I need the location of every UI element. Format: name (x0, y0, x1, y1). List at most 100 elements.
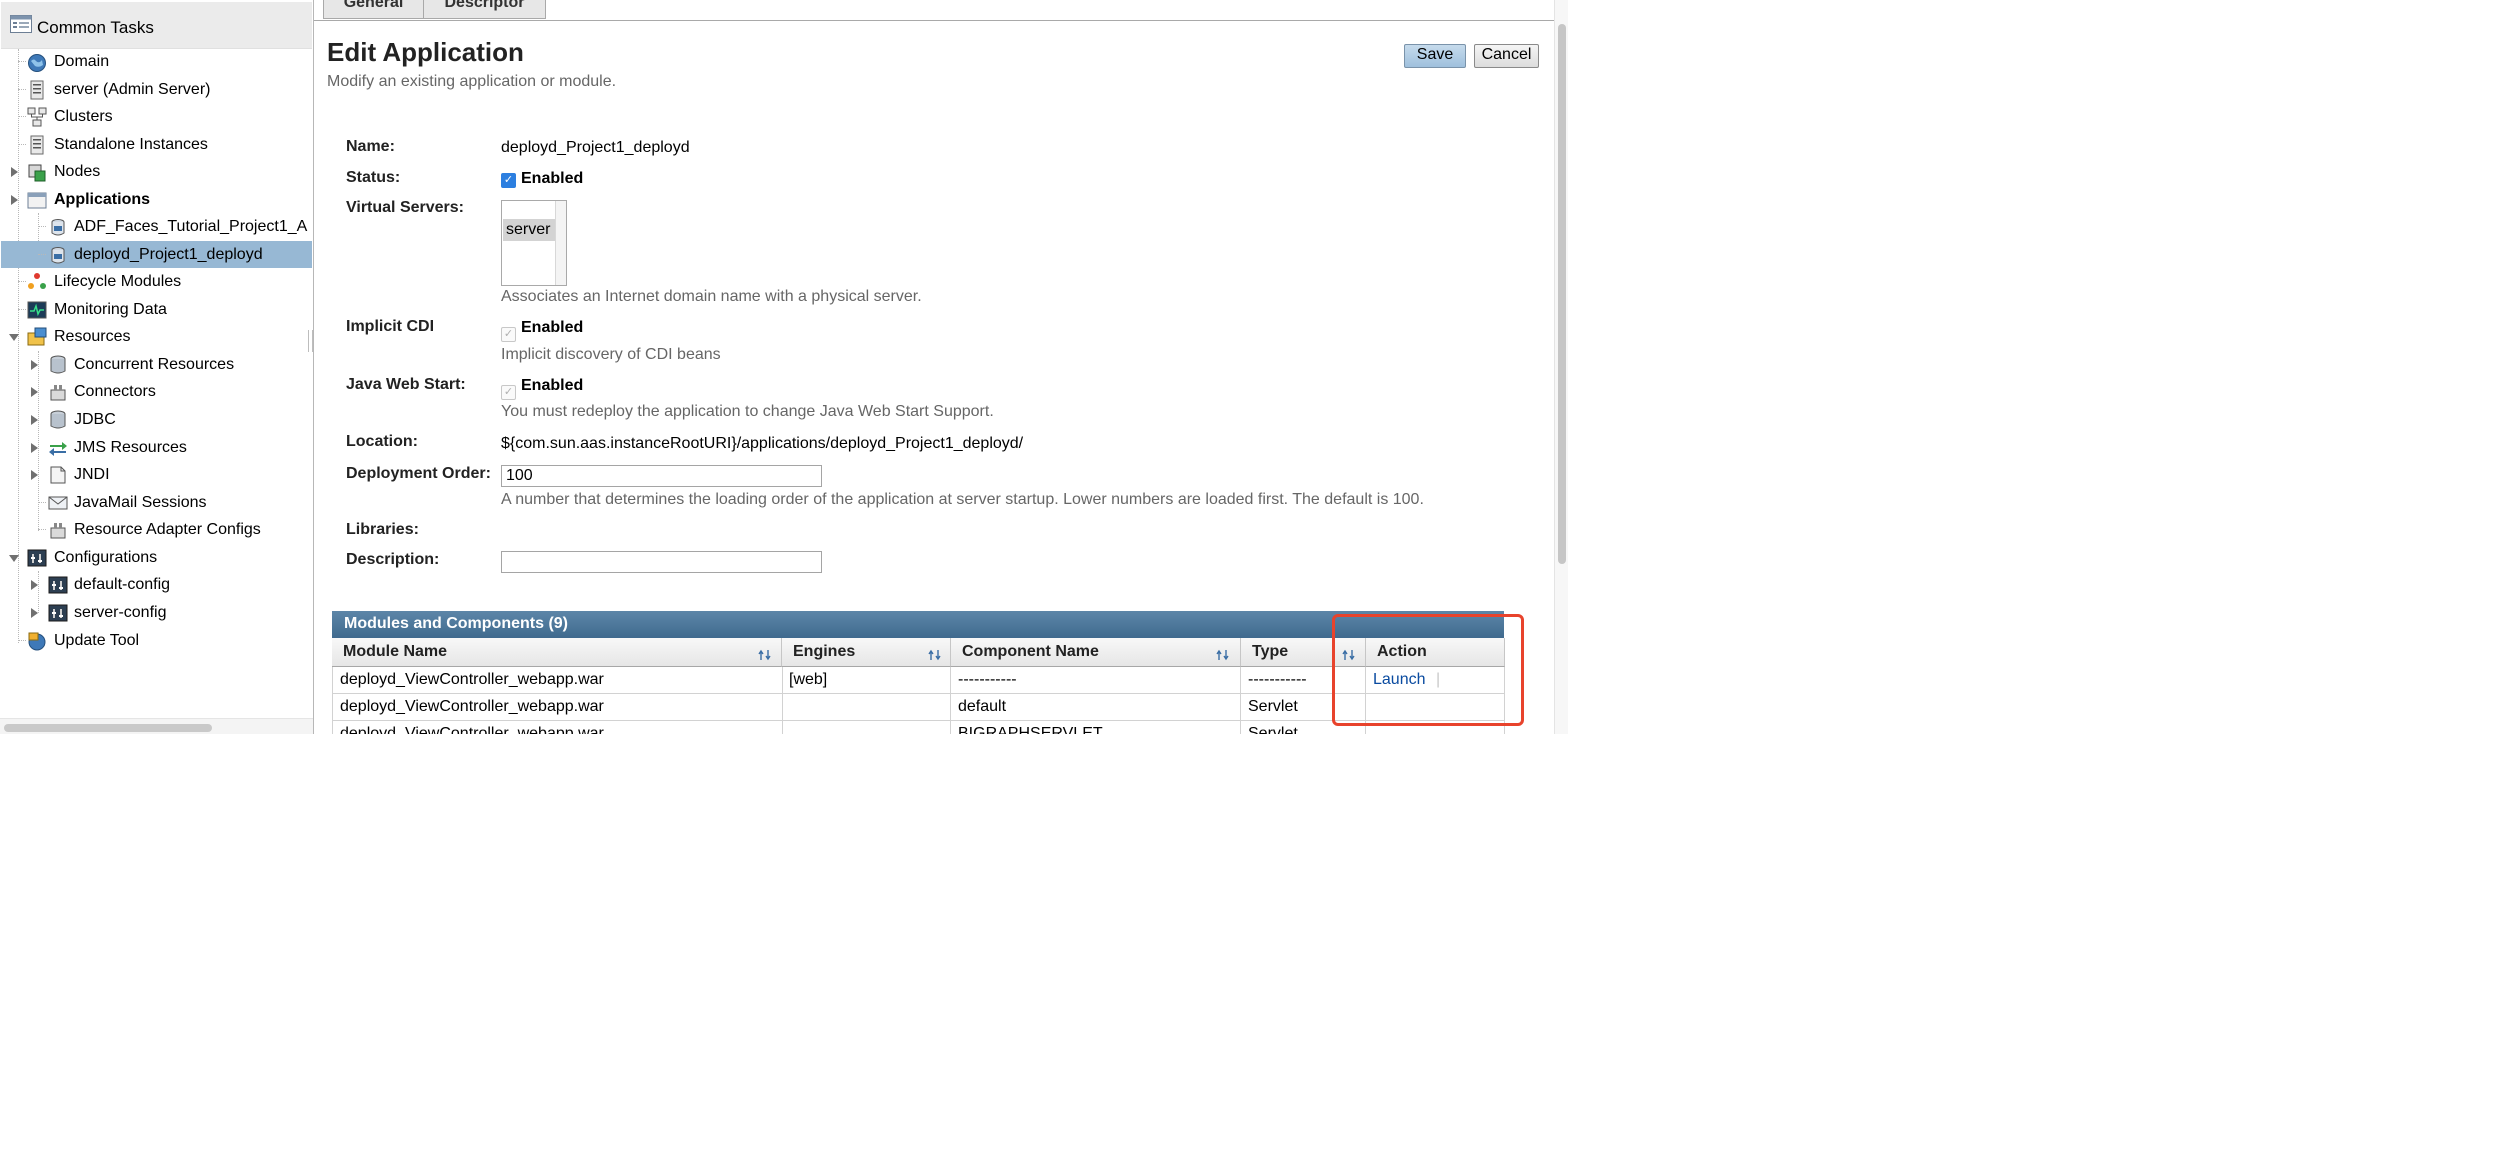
implicit-cdi-label: Implicit CDI (346, 318, 435, 335)
tree-item-adf-faces-app[interactable]: ADF_Faces_Tutorial_Project1_A (0, 213, 312, 240)
status-enabled-label: Enabled (521, 170, 584, 187)
expand-arrow-icon[interactable] (31, 415, 38, 425)
listbox-scrollbar[interactable] (555, 201, 566, 285)
main-vertical-scrollbar[interactable] (1554, 0, 1568, 734)
expand-arrow-icon[interactable] (31, 470, 38, 480)
tree-item-resources[interactable]: Resources (0, 323, 312, 350)
tree-item-resource-adapter-configs[interactable]: Resource Adapter Configs (0, 516, 312, 543)
tree-item-javamail-sessions[interactable]: JavaMail Sessions (0, 489, 312, 516)
status-enabled-checkbox[interactable]: ✓ (501, 173, 516, 188)
tab-descriptor[interactable]: Descriptor (423, 0, 546, 19)
deployment-order-input[interactable] (501, 465, 822, 487)
tree-item-applications[interactable]: Applications (0, 186, 312, 213)
tree-item-standalone-instances[interactable]: Standalone Instances (0, 131, 312, 158)
listbox-option[interactable]: server (503, 219, 557, 241)
tree-item-monitoring-data[interactable]: Monitoring Data (0, 296, 312, 323)
tree-item-jdbc[interactable]: JDBC (0, 406, 312, 433)
tree-label: JMS Resources (74, 439, 187, 456)
cell-text: default (958, 698, 1007, 715)
tree-item-configurations[interactable]: Configurations (0, 544, 312, 571)
cell-text: deployd_ViewController_webapp.war (340, 698, 604, 715)
tree-item-deployd-project[interactable]: deployd_Project1_deployd (1, 241, 312, 268)
column-header-component-name[interactable]: Component Name (951, 638, 1241, 667)
tree-label: Concurrent Resources (74, 356, 235, 373)
implicit-cdi-checkbox[interactable]: ✓ (501, 327, 516, 342)
expand-arrow-icon[interactable] (31, 608, 38, 618)
column-header-label: Module Name (343, 643, 448, 660)
tree-item-jms-resources[interactable]: JMS Resources (0, 434, 312, 461)
java-web-start-checkbox[interactable]: ✓ (501, 385, 516, 400)
column-header-label: Type (1252, 643, 1289, 660)
tree-item-jndi[interactable]: JNDI (0, 461, 312, 488)
app-jar-icon (51, 247, 65, 264)
tree-label: Domain (54, 53, 110, 70)
expand-arrow-icon[interactable] (11, 195, 18, 205)
tree-item-clusters[interactable]: Clusters (0, 103, 312, 130)
cell-text: deployd_ViewController_webapp.war (340, 671, 604, 688)
table-cell-component: BIGRAPHSERVLET (951, 721, 1241, 734)
resources-icon (27, 327, 47, 346)
cell-text: Servlet (1248, 698, 1298, 715)
status-label: Status: (346, 169, 401, 186)
common-tasks-label: Common Tasks (37, 18, 154, 37)
table-cell-engines (782, 694, 951, 721)
tree-label: server (Admin Server) (54, 81, 211, 98)
table-cell-engines: [web] (782, 667, 951, 694)
instance-icon (30, 135, 44, 155)
tree-item-domain[interactable]: Domain (0, 48, 312, 75)
collapse-arrow-icon[interactable] (9, 334, 19, 341)
expand-arrow-icon[interactable] (11, 167, 18, 177)
tree-item-concurrent-resources[interactable]: Concurrent Resources (0, 351, 312, 378)
tree-item-update-tool[interactable]: Update Tool (0, 627, 312, 654)
tree-label: Resource Adapter Configs (74, 521, 261, 538)
expand-arrow-icon[interactable] (31, 580, 38, 590)
collapse-arrow-icon[interactable] (9, 555, 19, 562)
tree-item-connectors[interactable]: Connectors (0, 378, 312, 405)
tree-label: Lifecycle Modules (54, 273, 182, 290)
tree-item-server[interactable]: server (Admin Server) (0, 76, 312, 103)
database-icon (50, 410, 66, 429)
tab-general[interactable]: General (323, 0, 424, 19)
description-label: Description: (346, 551, 440, 568)
save-button[interactable]: Save (1404, 44, 1466, 68)
libraries-label: Libraries: (346, 521, 419, 538)
sidebar-horizontal-scrollbar[interactable] (0, 718, 313, 734)
tree-label: default-config (74, 576, 171, 593)
jndi-icon (50, 466, 66, 484)
cancel-button[interactable]: Cancel (1474, 44, 1539, 68)
sort-icon[interactable] (1216, 649, 1230, 661)
panel-splitter-handle[interactable] (308, 330, 313, 352)
jms-icon (49, 442, 67, 456)
tree-label: Monitoring Data (54, 301, 167, 318)
sort-icon[interactable] (928, 649, 942, 661)
scrollbar-thumb[interactable] (1558, 24, 1566, 564)
java-web-start-enabled-label: Enabled (521, 377, 584, 394)
expand-arrow-icon[interactable] (31, 387, 38, 397)
virtual-servers-listbox[interactable]: server (501, 200, 567, 286)
tree-item-nodes[interactable]: Nodes (0, 158, 312, 185)
action-column-highlight (1332, 614, 1524, 726)
column-header-label: Component Name (962, 643, 1099, 660)
common-tasks-header[interactable]: Common Tasks (1, 2, 312, 49)
cell-text: [web] (789, 671, 828, 688)
expand-arrow-icon[interactable] (31, 443, 38, 453)
cell-text: Servlet (1248, 725, 1298, 734)
virtual-servers-label: Virtual Servers: (346, 199, 464, 216)
tree-item-lifecycle-modules[interactable]: Lifecycle Modules (0, 268, 312, 295)
expand-arrow-icon[interactable] (31, 360, 38, 370)
tree-item-server-config[interactable]: server-config (0, 599, 312, 626)
column-header-module-name[interactable]: Module Name (332, 638, 782, 667)
tree-item-default-config[interactable]: default-config (0, 571, 312, 598)
configuration-icon (27, 549, 47, 567)
tree-label: Clusters (54, 108, 113, 125)
cell-text: deployd_ViewController_webapp.war (340, 725, 604, 734)
tree-label: Applications (54, 191, 151, 208)
table-cell-engines (782, 721, 951, 734)
column-header-engines[interactable]: Engines (782, 638, 951, 667)
description-input[interactable] (501, 551, 822, 573)
scrollbar-thumb[interactable] (4, 724, 212, 732)
tree-label: server-config (74, 604, 167, 621)
deployment-order-label: Deployment Order: (346, 465, 491, 482)
sort-icon[interactable] (758, 649, 772, 661)
page-title: Edit Application (327, 37, 524, 67)
